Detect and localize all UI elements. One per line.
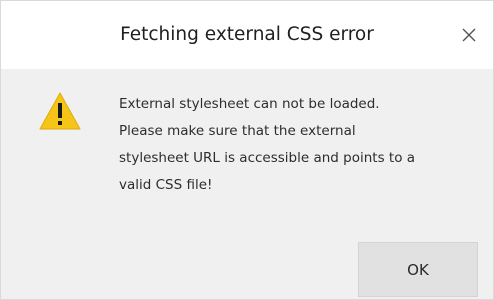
close-button[interactable] [453,19,485,51]
dialog-titlebar: Fetching external CSS error [1,1,493,69]
message-line: stylesheet URL is accessible and points … [119,150,416,166]
message-line: valid CSS file! [119,177,213,193]
warning-triangle-icon [39,92,81,130]
error-dialog: Fetching external CSS error External sty… [0,0,494,300]
dialog-title: Fetching external CSS error [120,24,374,45]
message-line: Please make sure that the external [119,123,356,139]
message-line: External stylesheet can not be loaded. [119,96,380,112]
close-icon [462,28,476,42]
error-message: External stylesheet can not be loaded. P… [119,91,479,199]
ok-button[interactable]: OK [358,242,478,297]
